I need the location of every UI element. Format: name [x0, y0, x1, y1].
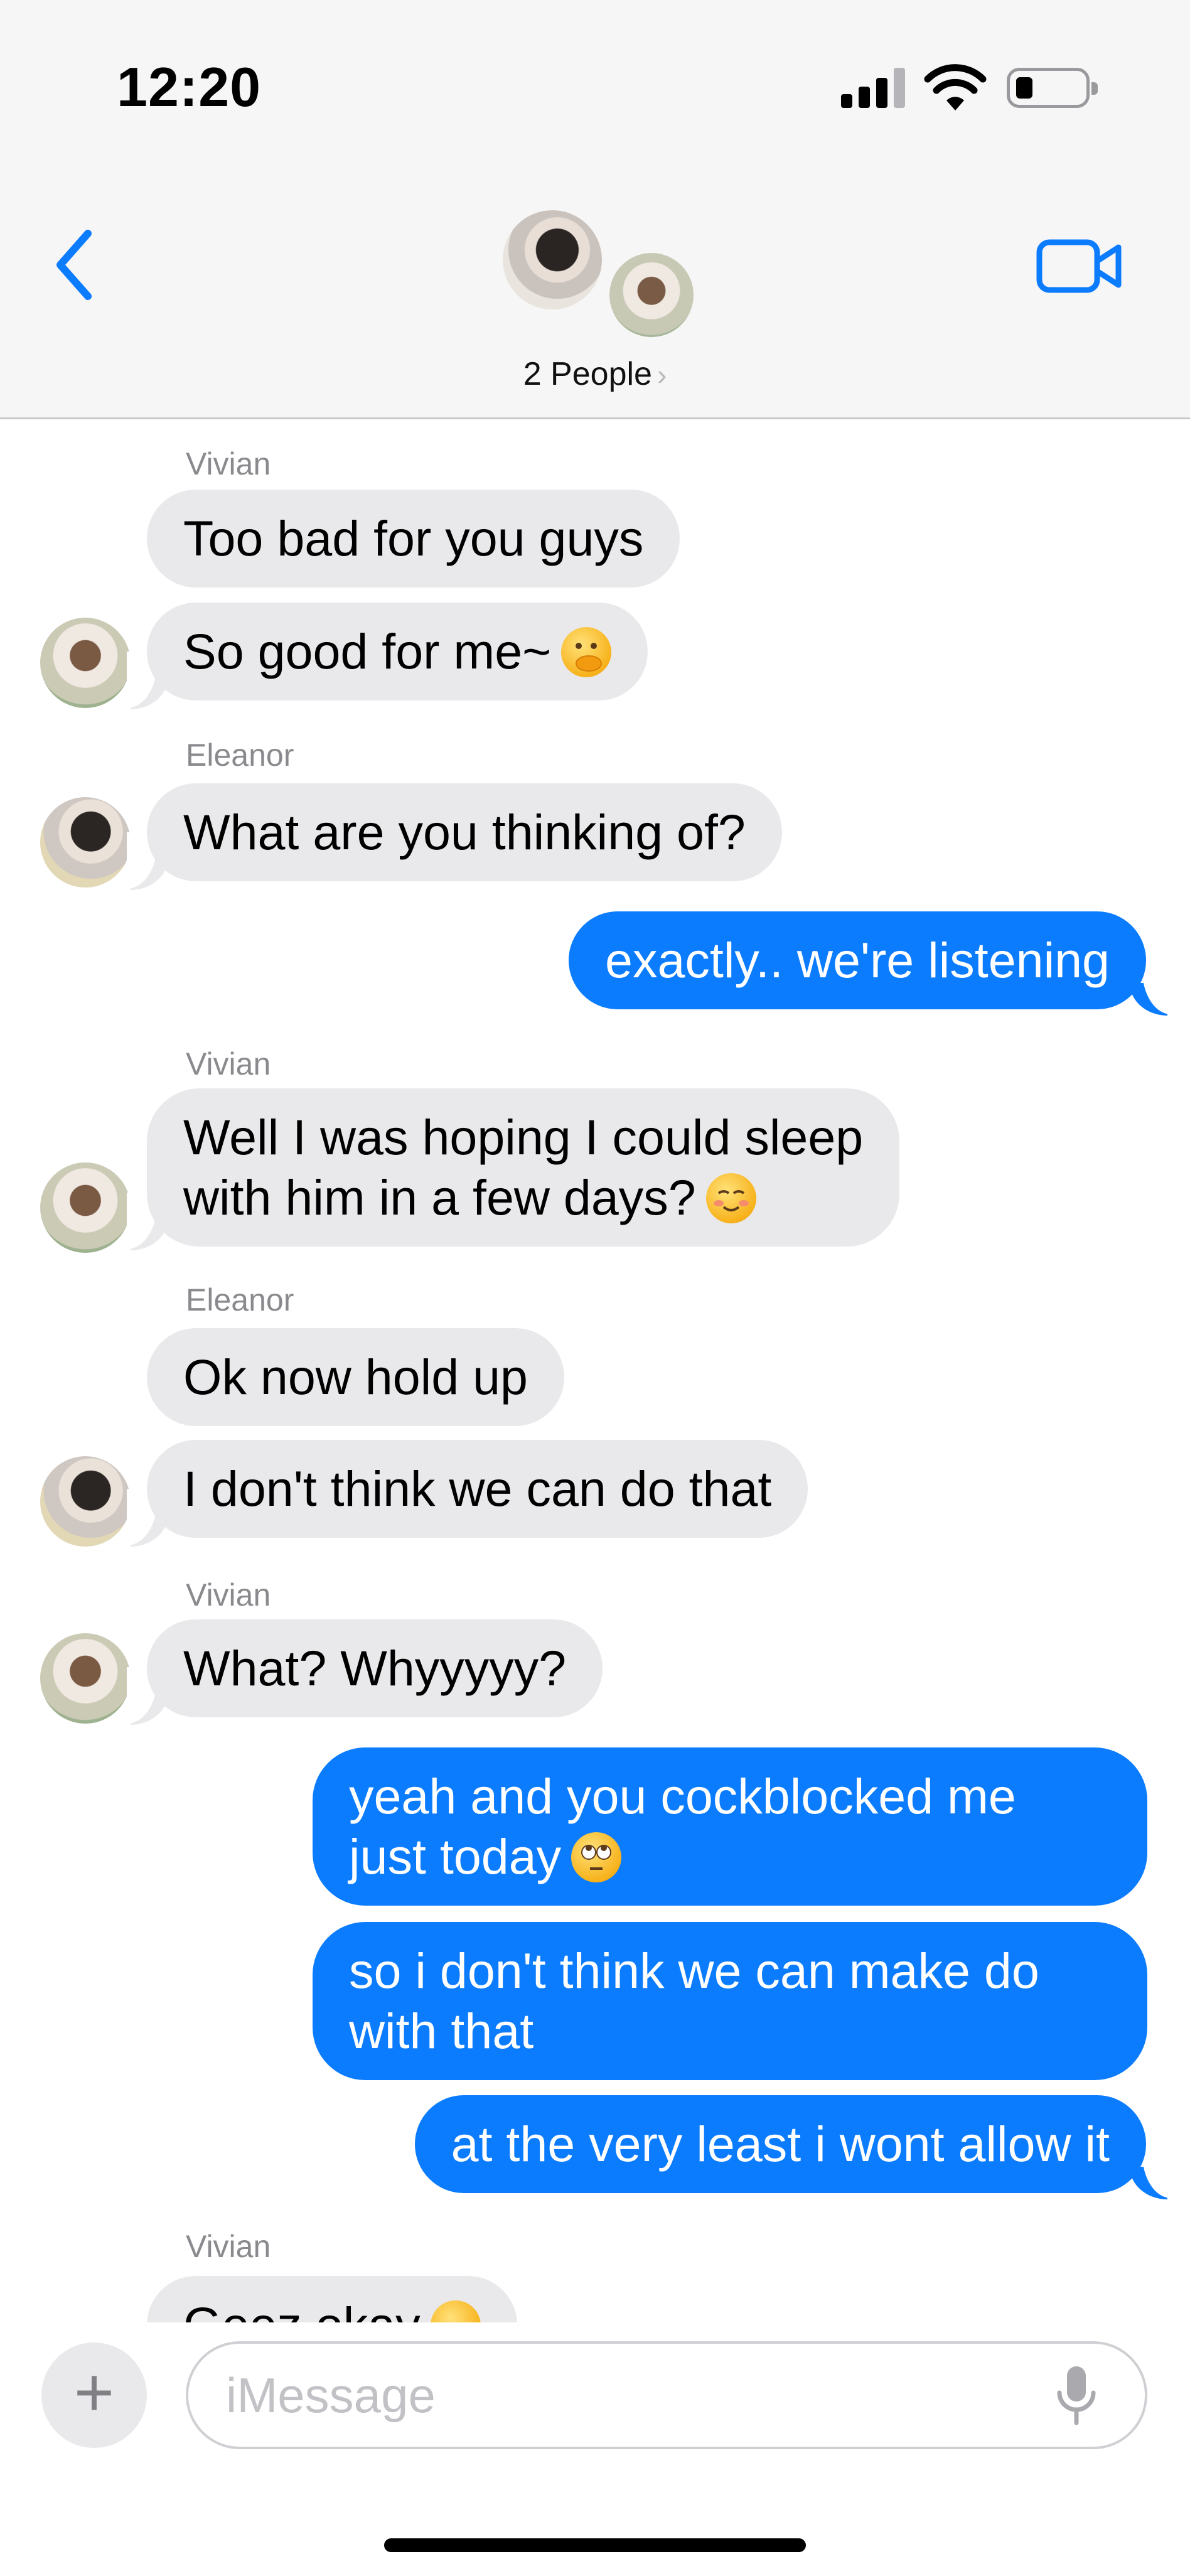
- message-text: What? Whyyyyy?: [183, 1640, 567, 1696]
- message-bubble-incoming[interactable]: What? Whyyyyy?: [147, 1619, 603, 1717]
- message-bubble-incoming[interactable]: What are you thinking of?: [147, 783, 782, 881]
- participant-avatar-eleanor[interactable]: [500, 207, 605, 313]
- avatar-vivian[interactable]: [40, 618, 131, 708]
- message-bubble-outgoing[interactable]: at the very least i wont allow it: [414, 2095, 1146, 2193]
- eye-roll-emoji-icon: [571, 1832, 622, 1882]
- sender-name: Vivian: [186, 2229, 271, 2264]
- facetime-video-icon[interactable]: [1036, 235, 1123, 298]
- message-text: exactly.. we're listening: [605, 932, 1110, 988]
- message-bubble-outgoing[interactable]: yeah and you cockblocked me just today: [313, 1747, 1147, 1906]
- message-input[interactable]: [186, 2341, 1147, 2449]
- status-time: 12:20: [117, 56, 262, 118]
- apps-plus-button[interactable]: +: [41, 2343, 147, 2448]
- smiling-face-emoji-icon: [705, 1173, 756, 1223]
- message-bubble-incoming[interactable]: So good for me~: [147, 603, 648, 700]
- message-text: so i don't think we can make do with tha…: [349, 1943, 1039, 2059]
- sender-name: Vivian: [186, 1046, 271, 1081]
- message-text: Ok now hold up: [183, 1349, 528, 1405]
- participant-avatar-vivian[interactable]: [606, 250, 697, 340]
- group-title[interactable]: 2 People ›: [0, 355, 1190, 393]
- message-bubble-incoming[interactable]: Well I was hoping I could sleep with him…: [147, 1088, 900, 1247]
- back-chevron-icon[interactable]: [49, 227, 99, 303]
- sender-name: Eleanor: [186, 1282, 294, 1318]
- plus-icon: +: [73, 2354, 115, 2431]
- message-text: yeah and you cockblocked me just today: [349, 1768, 1016, 1884]
- message-bubble-outgoing[interactable]: exactly.. we're listening: [569, 911, 1146, 1009]
- message-text: What are you thinking of?: [183, 804, 746, 860]
- avatar-eleanor[interactable]: [40, 1456, 131, 1547]
- message-text: Too bad for you guys: [183, 510, 644, 566]
- message-text: I don't think we can do that: [183, 1461, 772, 1516]
- cellular-signal-icon: [841, 68, 906, 108]
- microphone-icon[interactable]: [1054, 2364, 1098, 2427]
- message-text: So good for me~: [183, 623, 552, 679]
- hand-over-mouth-emoji-icon: [561, 627, 612, 677]
- message-bubble-incoming[interactable]: I don't think we can do that: [147, 1440, 808, 1538]
- battery-icon: [1007, 68, 1098, 108]
- message-bubble-incoming[interactable]: Ok now hold up: [147, 1328, 564, 1426]
- avatar-eleanor[interactable]: [40, 797, 131, 888]
- avatar-vivian[interactable]: [40, 1162, 131, 1253]
- sender-name: Vivian: [186, 1577, 271, 1613]
- wifi-icon: [924, 64, 987, 110]
- home-indicator[interactable]: [384, 2538, 806, 2552]
- chevron-right-icon: ›: [657, 358, 667, 391]
- group-title-label: 2 People: [523, 356, 652, 392]
- message-bubble-outgoing[interactable]: so i don't think we can make do with tha…: [313, 1922, 1147, 2080]
- message-text: at the very least i wont allow it: [451, 2116, 1110, 2172]
- conversation-header: 12:20 2 People ›: [0, 0, 1190, 419]
- sender-name: Eleanor: [186, 738, 294, 773]
- message-text: Well I was hoping I could sleep with him…: [183, 1109, 864, 1225]
- avatar-vivian[interactable]: [40, 1633, 131, 1724]
- message-bubble-incoming[interactable]: Too bad for you guys: [147, 490, 680, 588]
- sender-name: Vivian: [186, 446, 271, 481]
